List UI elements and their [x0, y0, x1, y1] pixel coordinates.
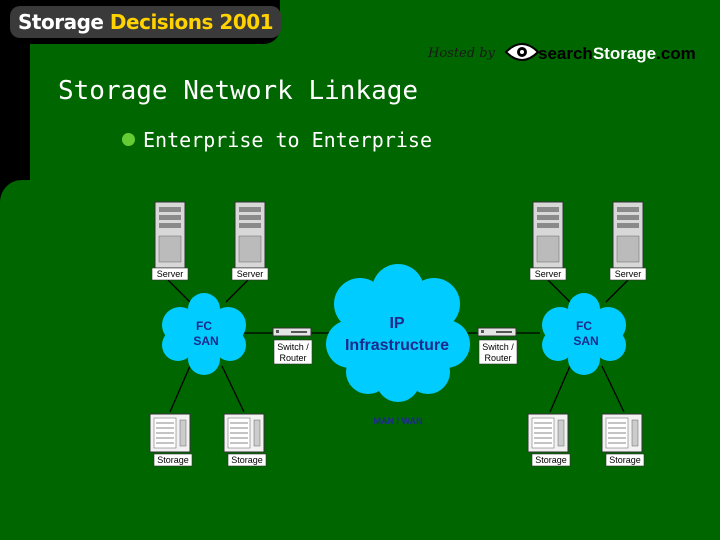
storage-label: Storage — [609, 455, 641, 465]
storage-left-2: Storage — [223, 413, 267, 467]
server-right-1: Server — [529, 201, 567, 281]
cloud-label-line2: Infrastructure — [345, 337, 449, 354]
server-icon — [154, 201, 186, 269]
fc-san-left: FC SAN — [162, 293, 246, 375]
cloud-icon — [326, 264, 470, 402]
storage-right-2: Storage — [601, 413, 645, 467]
server-icon — [532, 201, 564, 269]
switch-router-right: Switch / Router — [477, 327, 518, 365]
wan-label: MAN / WAN — [374, 416, 423, 426]
switch-label-line1: Switch / — [277, 342, 309, 352]
server-label: Server — [615, 269, 642, 279]
server-icon — [612, 201, 644, 269]
storage-icon — [149, 413, 191, 453]
server-left-2: Server — [231, 201, 269, 281]
storage-icon — [601, 413, 643, 453]
storage-icon — [223, 413, 265, 453]
storage-label: Storage — [535, 455, 567, 465]
server-label: Server — [157, 269, 184, 279]
storage-right-1: Storage — [527, 413, 571, 467]
ip-infrastructure-cloud: IP Infrastructure — [326, 264, 470, 402]
storage-label: Storage — [231, 455, 263, 465]
storage-left-1: Storage — [149, 413, 193, 467]
switch-label-line1: Switch / — [482, 342, 514, 352]
switch-icon — [272, 327, 312, 337]
cloud-label-line1: IP — [389, 315, 404, 332]
san-label-line2: SAN — [573, 334, 598, 348]
server-label: Server — [237, 269, 264, 279]
switch-label-line2: Router — [484, 353, 511, 363]
storage-label: Storage — [157, 455, 189, 465]
switch-label-line2: Router — [279, 353, 306, 363]
server-label: Server — [535, 269, 562, 279]
san-label-line1: FC — [196, 319, 212, 333]
network-diagram: Server Server Server Server FC SAN FC SA… — [149, 201, 647, 467]
storage-icon — [527, 413, 569, 453]
server-icon — [234, 201, 266, 269]
switch-icon — [477, 327, 517, 337]
server-left-1: Server — [151, 201, 189, 281]
san-label-line1: FC — [576, 319, 592, 333]
server-right-2: Server — [609, 201, 647, 281]
fc-san-right: FC SAN — [542, 293, 626, 375]
switch-router-left: Switch / Router — [272, 327, 313, 365]
san-label-line2: SAN — [193, 334, 218, 348]
